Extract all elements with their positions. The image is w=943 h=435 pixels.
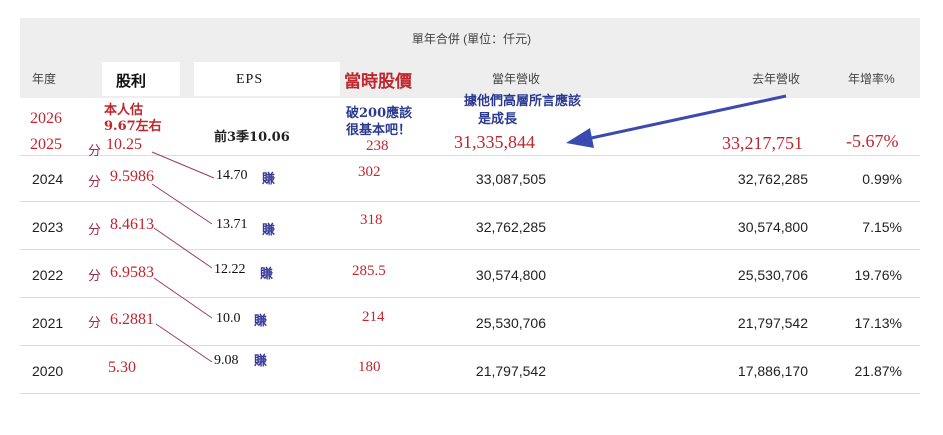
dividend-2025: 10.25	[106, 136, 142, 153]
header-prev-revenue: 去年營收	[752, 72, 801, 86]
growth-2021: 17.13%	[854, 315, 902, 331]
earn-marker: 賺	[254, 314, 268, 329]
revenue-2022: 30,574,800	[475, 267, 546, 283]
prev-revenue-2022: 25,530,706	[737, 267, 808, 283]
table-title: 單年合併 (單位：仟元)	[411, 32, 532, 46]
price-2024: 302	[358, 164, 381, 180]
eps-2024: 14.70	[216, 168, 248, 183]
mgmt-comment-line2: 是成長	[478, 112, 518, 127]
growth-2020: 21.87%	[854, 363, 902, 379]
dividend-marker: 分	[88, 144, 102, 159]
price-2025: 238	[366, 138, 389, 154]
header-eps: EPS	[236, 72, 264, 87]
dividend-marker: 分	[88, 269, 102, 284]
dividend-marker: 分	[88, 316, 102, 331]
growth-2023: 7.15%	[862, 219, 902, 235]
prev-revenue-2024: 32,762,285	[737, 171, 808, 187]
earn-marker: 賺	[260, 267, 274, 282]
row-divider	[20, 297, 920, 298]
prev-revenue-2023: 30,574,800	[737, 219, 808, 235]
price-2020: 180	[358, 359, 381, 375]
revenue-2021: 25,530,706	[475, 315, 546, 331]
dividend-marker: 分	[88, 175, 102, 190]
eps-2022: 12.22	[214, 262, 246, 277]
row-divider	[20, 393, 920, 394]
revenue-2023: 32,762,285	[475, 219, 546, 235]
revenue-2020: 21,797,542	[475, 363, 546, 379]
row-divider	[20, 155, 920, 156]
dividend-eps-connector	[153, 227, 213, 269]
growth-2025: -5.67%	[846, 131, 899, 151]
dividend-eps-connector	[151, 183, 213, 225]
header-revenue: 當年營收	[492, 72, 541, 86]
dividend-2023: 8.4613	[110, 216, 154, 233]
eps-2023: 13.71	[216, 217, 248, 232]
mgmt-comment-line1: 據他們高層所言應該	[464, 94, 582, 109]
revenue-2024: 33,087,505	[475, 171, 546, 187]
year-2021: 2021	[32, 315, 64, 331]
price-comment-line2: 很基本吧！	[346, 123, 412, 138]
eps-2021: 10.0	[216, 311, 241, 326]
arrow-head-icon	[566, 128, 594, 148]
prev-revenue-2021: 21,797,542	[737, 315, 808, 331]
price-2023: 318	[360, 212, 383, 228]
earn-marker: 賺	[254, 354, 268, 369]
eps-header-box	[194, 62, 340, 96]
earn-marker: 賺	[262, 223, 276, 238]
eps-2020: 9.08	[214, 353, 239, 368]
q3-eps-note: 前3季10.06	[214, 130, 290, 145]
year-2023: 2023	[32, 219, 64, 235]
prev-revenue-2020: 17,886,170	[737, 363, 808, 379]
dividend-2024: 9.5986	[110, 168, 154, 185]
year-2026: 2026	[30, 110, 62, 127]
dividend-2022: 6.9583	[110, 264, 154, 281]
year-2022: 2022	[32, 267, 64, 283]
header-dividend: 股利	[116, 74, 147, 90]
prev-revenue-2025: 33,217,751	[722, 133, 803, 153]
estimate-line2: 9.67左右	[104, 119, 162, 134]
row-divider	[20, 345, 920, 346]
dividend-marker: 分	[88, 223, 102, 238]
dividend-2020: 5.30	[108, 359, 136, 376]
growth-2024: 0.99%	[862, 171, 902, 187]
price-2022: 285.5	[352, 263, 386, 279]
row-divider	[20, 249, 920, 250]
dividend-eps-connector	[153, 277, 213, 319]
dividend-eps-connector	[155, 323, 213, 363]
growth-2022: 19.76%	[854, 267, 902, 283]
header-growth: 年增率%	[848, 72, 895, 86]
revenue-2025: 31,335,844	[454, 132, 535, 152]
year-2024: 2024	[32, 171, 64, 187]
row-divider	[20, 201, 920, 202]
header-year: 年度	[32, 72, 57, 86]
year-2020: 2020	[32, 363, 64, 379]
price-2021: 214	[362, 309, 385, 325]
header-price: 當時股價	[344, 72, 412, 91]
earn-marker: 賺	[262, 172, 276, 187]
year-2025: 2025	[30, 136, 62, 153]
dividend-2021: 6.2881	[110, 311, 154, 328]
